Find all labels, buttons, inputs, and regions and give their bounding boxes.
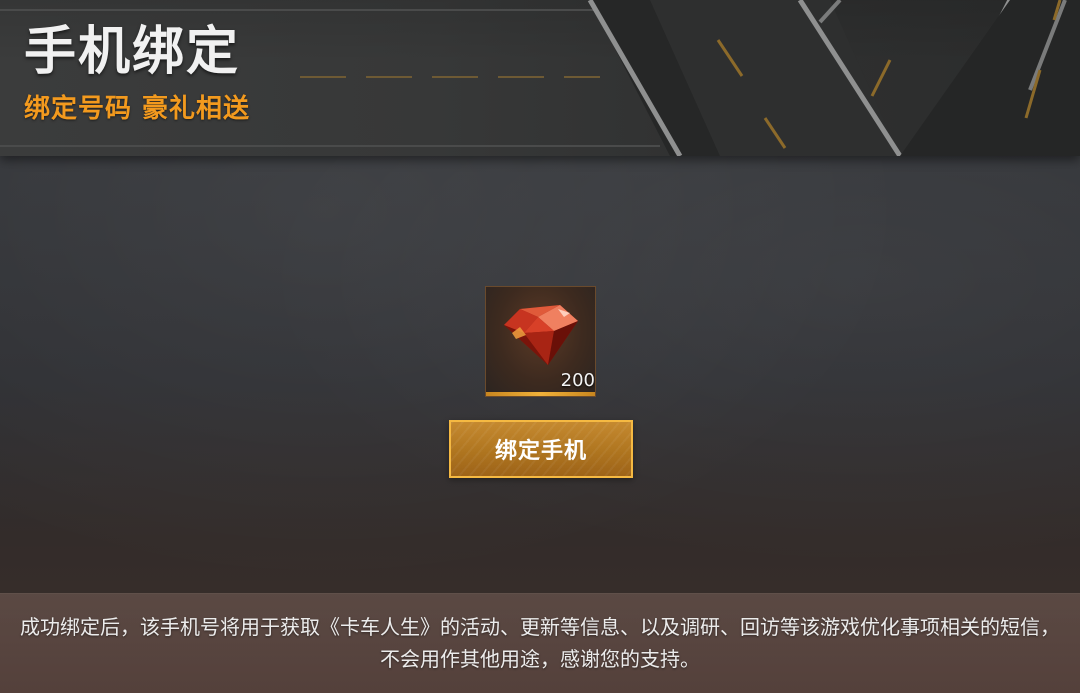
header-banner: 手机绑定 绑定号码 豪礼相送 [0,0,1080,156]
page-title: 手机绑定 [24,22,241,82]
reward-item: 200 [485,286,596,397]
phone-binding-screen: 手机绑定 绑定号码 豪礼相送 200 绑定手机 成功绑定后，该手机号将用于获取《… [0,0,1080,693]
bind-phone-button[interactable]: 绑定手机 [449,420,633,478]
reward-rarity-bar [486,392,595,396]
reward-count: 200 [560,370,595,391]
page-subtitle: 绑定号码 豪礼相送 [24,94,251,124]
notice-text: 成功绑定后，该手机号将用于获取《卡车人生》的活动、更新等信息、以及调研、回访等该… [20,615,1060,671]
red-gem-icon [504,305,578,365]
notice-footer: 成功绑定后，该手机号将用于获取《卡车人生》的活动、更新等信息、以及调研、回访等该… [0,593,1080,693]
